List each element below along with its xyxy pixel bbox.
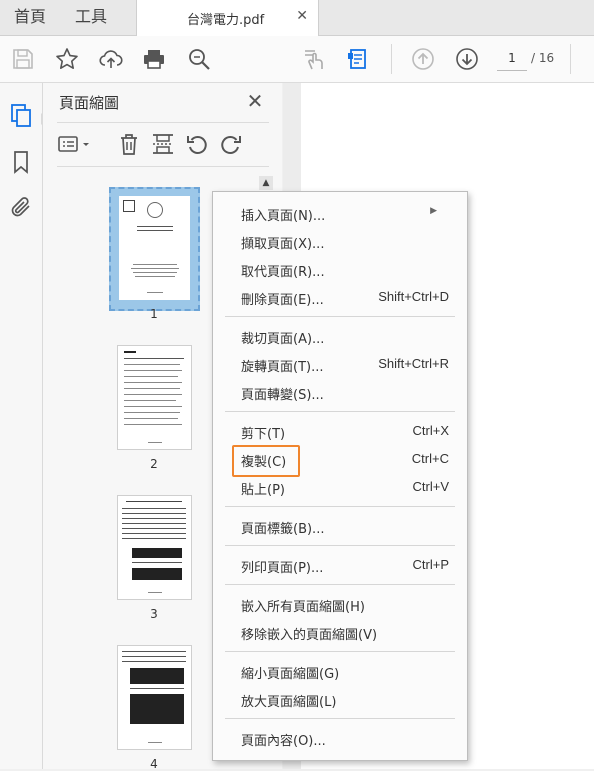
menu-item-shortcut: Ctrl+V bbox=[412, 479, 449, 494]
panel-close-icon[interactable]: ✕ bbox=[245, 89, 265, 113]
save-icon[interactable] bbox=[11, 47, 35, 71]
menu-item-insert-pages[interactable]: 插入頁面(N)... ▶ bbox=[213, 201, 467, 225]
copy-highlight-box bbox=[232, 445, 300, 477]
toolbar: 1 / 16 bbox=[0, 36, 594, 83]
menu-item-label: 插入頁面(N)... bbox=[241, 209, 326, 224]
page-marker-icon bbox=[123, 200, 135, 212]
thumbnail-page-number: 2 bbox=[150, 457, 158, 471]
page-thumbnail[interactable] bbox=[117, 345, 192, 450]
menu-item-label: 縮小頁面縮圖(G) bbox=[241, 667, 340, 682]
menu-item-label: 列印頁面(P)... bbox=[241, 561, 324, 576]
tab-document[interactable]: 台灣電力.pdf ✕ bbox=[136, 0, 319, 36]
logo-seal bbox=[147, 202, 163, 218]
menu-item-cut[interactable]: 剪下(T) Ctrl+X bbox=[213, 419, 467, 443]
navigation-rail bbox=[0, 83, 47, 769]
menu-item-enlarge-thumbnails[interactable]: 放大頁面縮圖(L) bbox=[213, 687, 467, 711]
menu-item-label: 放大頁面縮圖(L) bbox=[241, 695, 337, 710]
panel-divider bbox=[57, 166, 269, 167]
menu-item-crop-pages[interactable]: 裁切頁面(A)... bbox=[213, 324, 467, 348]
toolbar-divider bbox=[391, 44, 392, 74]
menu-item-embed-thumbnails[interactable]: 嵌入所有頁面縮圖(H) bbox=[213, 592, 467, 616]
page-number-input[interactable]: 1 bbox=[497, 46, 527, 71]
menu-item-label: 裁切頁面(A)... bbox=[241, 332, 325, 347]
menu-separator bbox=[225, 651, 455, 652]
panel-divider bbox=[57, 122, 269, 123]
tab-home[interactable]: 首頁 bbox=[14, 0, 46, 35]
page-total: / 16 bbox=[531, 51, 555, 65]
menu-item-label: 貼上(P) bbox=[241, 483, 285, 498]
thumbnail-page-number: 3 bbox=[150, 607, 158, 621]
close-icon[interactable]: ✕ bbox=[296, 8, 308, 24]
menu-item-extract-pages[interactable]: 擷取頁面(X)... bbox=[213, 229, 467, 253]
menu-item-label: 刪除頁面(E)... bbox=[241, 293, 324, 308]
print-icon[interactable] bbox=[142, 47, 166, 71]
menu-separator bbox=[225, 584, 455, 585]
menu-separator bbox=[225, 545, 455, 546]
menu-item-paste[interactable]: 貼上(P) Ctrl+V bbox=[213, 475, 467, 499]
bookmark-icon[interactable] bbox=[9, 150, 33, 174]
menu-item-shortcut: Ctrl+P bbox=[412, 557, 449, 572]
menu-item-label: 取代頁面(R)... bbox=[241, 265, 325, 280]
menu-item-label: 旋轉頁面(T)... bbox=[241, 360, 324, 375]
menu-item-label: 頁面標籤(B)... bbox=[241, 522, 325, 537]
page-preview bbox=[119, 196, 190, 300]
touch-mode-icon[interactable] bbox=[302, 47, 326, 71]
menu-item-rotate-pages[interactable]: 旋轉頁面(T)... Shift+Ctrl+R bbox=[213, 352, 467, 376]
star-icon[interactable] bbox=[55, 47, 79, 71]
menu-item-shortcut: Ctrl+X bbox=[412, 423, 449, 438]
page-thumbnails-icon[interactable] bbox=[9, 103, 33, 127]
submenu-arrow-icon: ▶ bbox=[430, 206, 437, 216]
zoom-search-icon[interactable] bbox=[187, 47, 211, 71]
menu-separator bbox=[225, 506, 455, 507]
menu-item-page-properties[interactable]: 頁面內容(O)... bbox=[213, 726, 467, 750]
menu-item-label: 剪下(T) bbox=[241, 427, 286, 442]
trash-icon[interactable] bbox=[117, 132, 141, 156]
page-thumbnail[interactable] bbox=[117, 495, 192, 600]
rotate-cw-icon[interactable] bbox=[219, 132, 243, 156]
menu-item-label: 移除嵌入的頁面縮圖(V) bbox=[241, 628, 378, 643]
menu-item-replace-pages[interactable]: 取代頁面(R)... bbox=[213, 257, 467, 281]
tab-bar: 首頁 工具 台灣電力.pdf ✕ bbox=[0, 0, 594, 36]
fill-sign-icon[interactable] bbox=[346, 47, 370, 71]
crop-pages-icon[interactable] bbox=[151, 132, 175, 156]
options-menu-icon[interactable] bbox=[57, 132, 95, 156]
menu-item-label: 擷取頁面(X)... bbox=[241, 237, 325, 252]
menu-item-label: 頁面轉變(S)... bbox=[241, 388, 324, 403]
menu-item-shortcut: Ctrl+C bbox=[411, 451, 449, 466]
menu-separator bbox=[225, 411, 455, 412]
menu-item-label: 頁面內容(O)... bbox=[241, 734, 326, 749]
menu-item-reduce-thumbnails[interactable]: 縮小頁面縮圖(G) bbox=[213, 659, 467, 683]
menu-item-shortcut: Shift+Ctrl+R bbox=[378, 356, 449, 371]
toolbar-divider bbox=[570, 44, 571, 74]
menu-separator bbox=[225, 316, 455, 317]
page-up-icon[interactable] bbox=[411, 47, 435, 71]
context-menu: 插入頁面(N)... ▶ 擷取頁面(X)... 取代頁面(R)... 刪除頁面(… bbox=[212, 191, 468, 761]
page-thumbnail-selected[interactable] bbox=[109, 187, 200, 311]
menu-item-page-labels[interactable]: 頁面標籤(B)... bbox=[213, 514, 467, 538]
menu-item-delete-pages[interactable]: 刪除頁面(E)... Shift+Ctrl+D bbox=[213, 285, 467, 309]
menu-item-shortcut: Shift+Ctrl+D bbox=[378, 289, 449, 304]
attachment-icon[interactable] bbox=[9, 195, 33, 219]
panel-title: 頁面縮圖 bbox=[59, 94, 120, 112]
page-down-icon[interactable] bbox=[455, 47, 479, 71]
tab-tools[interactable]: 工具 bbox=[75, 0, 107, 35]
menu-separator bbox=[225, 718, 455, 719]
rotate-ccw-icon[interactable] bbox=[185, 132, 209, 156]
upload-cloud-icon[interactable] bbox=[99, 47, 123, 71]
menu-item-label: 嵌入所有頁面縮圖(H) bbox=[241, 600, 365, 615]
menu-item-remove-embedded-thumbnails[interactable]: 移除嵌入的頁面縮圖(V) bbox=[213, 620, 467, 644]
tab-document-title: 台灣電力.pdf bbox=[187, 13, 265, 28]
thumbnail-page-number: 1 bbox=[150, 307, 158, 321]
scroll-up-button[interactable]: ▲ bbox=[259, 176, 273, 190]
menu-item-page-transitions[interactable]: 頁面轉變(S)... bbox=[213, 380, 467, 404]
menu-item-print-pages[interactable]: 列印頁面(P)... Ctrl+P bbox=[213, 553, 467, 577]
page-thumbnail[interactable] bbox=[117, 645, 192, 750]
